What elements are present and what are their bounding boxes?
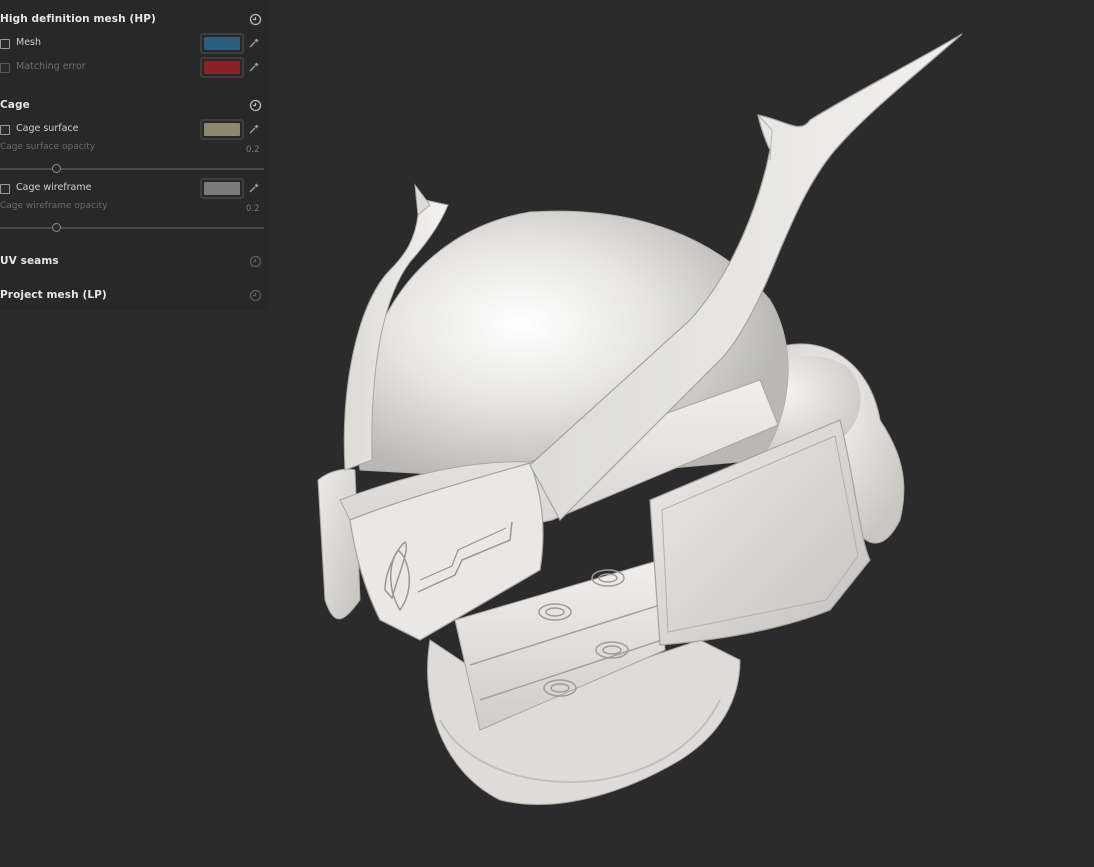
cage-surface-opacity-value: 0.2	[246, 145, 260, 155]
eyedropper-icon[interactable]	[248, 61, 260, 73]
matching-error-color-swatch[interactable]	[200, 57, 244, 78]
cage-wireframe-opacity-slider[interactable]	[0, 227, 264, 229]
section-title-uv-seams[interactable]: UV seams	[0, 255, 59, 267]
cage-surface-checkbox[interactable]	[0, 125, 10, 135]
reset-icon[interactable]	[249, 289, 262, 302]
mesh-settings-panel: High definition mesh (HP) Mesh Matching …	[0, 0, 268, 310]
cage-surface-color-swatch[interactable]	[200, 119, 244, 140]
mesh-color-swatch[interactable]	[200, 33, 244, 54]
matching-error-checkbox[interactable]	[0, 63, 10, 73]
eyedropper-icon[interactable]	[248, 37, 260, 49]
cage-wireframe-color-swatch[interactable]	[200, 178, 244, 199]
reset-icon[interactable]	[249, 99, 262, 112]
eyedropper-icon[interactable]	[248, 182, 260, 194]
matching-error-label: Matching error	[16, 61, 86, 72]
cage-wireframe-opacity-label: Cage wireframe opacity	[0, 201, 108, 211]
cage-wireframe-opacity-value: 0.2	[246, 204, 260, 214]
cage-wireframe-checkbox[interactable]	[0, 184, 10, 194]
cage-surface-label: Cage surface	[16, 123, 79, 134]
cage-surface-opacity-slider[interactable]	[0, 168, 264, 170]
section-title-project-mesh[interactable]: Project mesh (LP)	[0, 289, 107, 301]
slider-handle[interactable]	[52, 223, 61, 232]
mesh-label: Mesh	[16, 37, 42, 48]
reset-icon[interactable]	[249, 255, 262, 268]
slider-handle[interactable]	[52, 164, 61, 173]
eyedropper-icon[interactable]	[248, 123, 260, 135]
section-title-hp[interactable]: High definition mesh (HP)	[0, 13, 156, 25]
reset-icon[interactable]	[249, 13, 262, 26]
cage-wireframe-label: Cage wireframe	[16, 182, 92, 193]
section-title-cage[interactable]: Cage	[0, 99, 30, 111]
mesh-checkbox[interactable]	[0, 39, 10, 49]
cage-surface-opacity-label: Cage surface opacity	[0, 142, 96, 152]
